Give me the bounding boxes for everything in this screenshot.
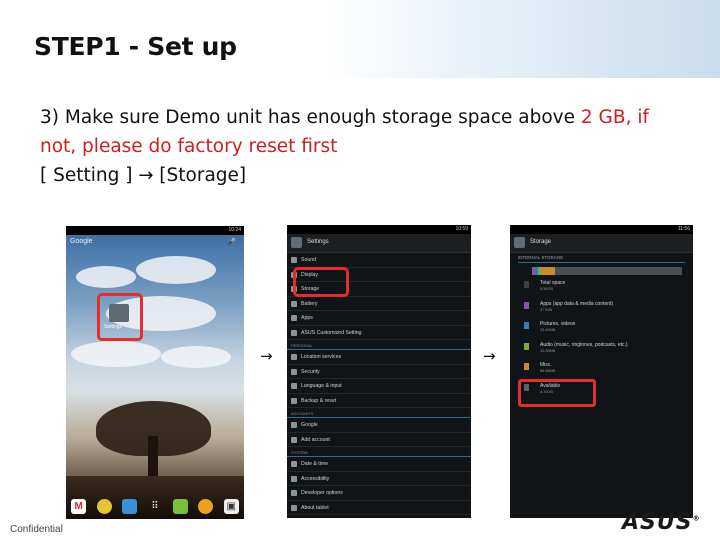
settings-app-icon — [291, 237, 302, 248]
google-label: Google — [70, 238, 93, 245]
music-icon[interactable] — [198, 498, 214, 514]
slide-title: STEP1 - Set up — [34, 32, 237, 61]
settings-item-icon — [291, 422, 297, 428]
storage-app-icon — [514, 237, 525, 248]
folder-icon[interactable] — [172, 498, 188, 514]
status-time: 10:24 — [228, 227, 241, 233]
settings-item-icon — [291, 315, 297, 321]
instruction-setting: [ Setting ] — [40, 165, 139, 186]
settings-item-location-services[interactable]: Location services — [287, 350, 471, 365]
settings-item-icon — [291, 490, 297, 496]
gallery-icon[interactable] — [122, 498, 138, 514]
home-screen-screenshot: 10:24 Google 🎤 Settings M ⠿ ▣ — [66, 226, 244, 519]
available-highlight — [518, 379, 596, 407]
settings-item-language-input[interactable]: Language & input — [287, 379, 471, 394]
flow-arrow-2: → — [483, 347, 496, 365]
settings-item-icon — [291, 257, 297, 263]
chrome-icon[interactable] — [96, 498, 112, 514]
instruction-line2: not, please do factory reset first — [40, 136, 338, 157]
settings-item-backup-reset[interactable]: Backup & reset — [287, 394, 471, 408]
settings-screenshot: 10:59 Settings Sound Display Storage Batter… — [287, 225, 471, 518]
storage-color-swatch — [524, 363, 529, 370]
settings-item-security[interactable]: Security — [287, 365, 471, 379]
storage-action-bar: Storage — [510, 234, 693, 253]
status-time: 11:56 — [677, 226, 690, 232]
settings-item-add-account[interactable]: Add account — [287, 433, 471, 447]
settings-icon — [109, 304, 129, 322]
settings-item-google[interactable]: Google — [287, 418, 471, 433]
settings-item-about-tablet[interactable]: About tablet — [287, 501, 471, 515]
settings-item-asus-customized-setting[interactable]: ASUS Customized Setting — [287, 326, 471, 340]
google-search-bar[interactable]: Google 🎤 — [70, 238, 240, 250]
settings-item-icon — [291, 504, 297, 511]
settings-item-icon — [291, 383, 297, 389]
settings-shortcut-label: Settings — [104, 324, 123, 330]
settings-section-header: ACCOUNTS — [287, 408, 471, 418]
app-dock: M ⠿ ▣ — [66, 493, 244, 519]
instruction-text: 3) Make sure Demo unit has enough storag… — [40, 103, 690, 190]
internal-storage-header: INTERNAL STORAGE — [518, 255, 564, 260]
settings-item-sound[interactable]: Sound — [287, 253, 471, 268]
settings-item-apps[interactable]: Apps — [287, 311, 471, 326]
settings-item-icon — [291, 329, 297, 336]
settings-title: Settings — [307, 239, 329, 245]
settings-item-icon — [291, 436, 297, 443]
settings-item-date-time[interactable]: Date & time — [287, 457, 471, 472]
mic-icon[interactable]: 🎤 — [227, 238, 236, 246]
settings-shortcut-highlight[interactable]: Settings — [97, 293, 143, 341]
settings-action-bar: Settings — [287, 234, 471, 253]
storage-highlight — [293, 267, 349, 297]
instruction-line1: 3) Make sure Demo unit has enough storag… — [40, 107, 581, 128]
storage-color-swatch — [524, 281, 529, 288]
flow-arrow-1: → — [260, 347, 273, 365]
storage-color-swatch — [524, 301, 529, 309]
settings-item-icon — [291, 368, 297, 375]
settings-item-icon — [291, 461, 297, 467]
settings-item-icon — [291, 354, 297, 360]
storage-color-swatch — [524, 322, 529, 329]
storage-title: Storage — [530, 239, 552, 245]
storage-usage-bar — [532, 267, 682, 275]
instruction-line1-highlight: 2 GB, if — [580, 107, 649, 128]
instruction-storage: [Storage] — [153, 165, 247, 186]
settings-item-icon — [291, 300, 297, 307]
settings-item-icon — [291, 397, 297, 404]
status-time: 10:59 — [455, 226, 468, 232]
settings-section-header: SYSTEM — [287, 447, 471, 457]
settings-item-developer-options[interactable]: Developer options — [287, 486, 471, 501]
settings-item-icon — [291, 475, 297, 482]
store-icon[interactable]: ▣ — [223, 498, 239, 514]
apps-icon[interactable]: ⠿ — [147, 499, 162, 514]
settings-item-accessibility[interactable]: Accessibility — [287, 472, 471, 486]
storage-screenshot: 11:56 Storage INTERNAL STORAGE Total spa… — [510, 225, 693, 518]
gmail-icon[interactable]: M — [71, 498, 87, 514]
storage-color-swatch — [524, 342, 529, 350]
settings-item-battery[interactable]: Battery — [287, 297, 471, 311]
confidential-label: Confidential — [10, 524, 63, 535]
settings-section-header: PERSONAL — [287, 340, 471, 350]
instruction-arrow-icon: → — [138, 165, 154, 186]
asus-logo: ASUS® — [622, 510, 701, 535]
